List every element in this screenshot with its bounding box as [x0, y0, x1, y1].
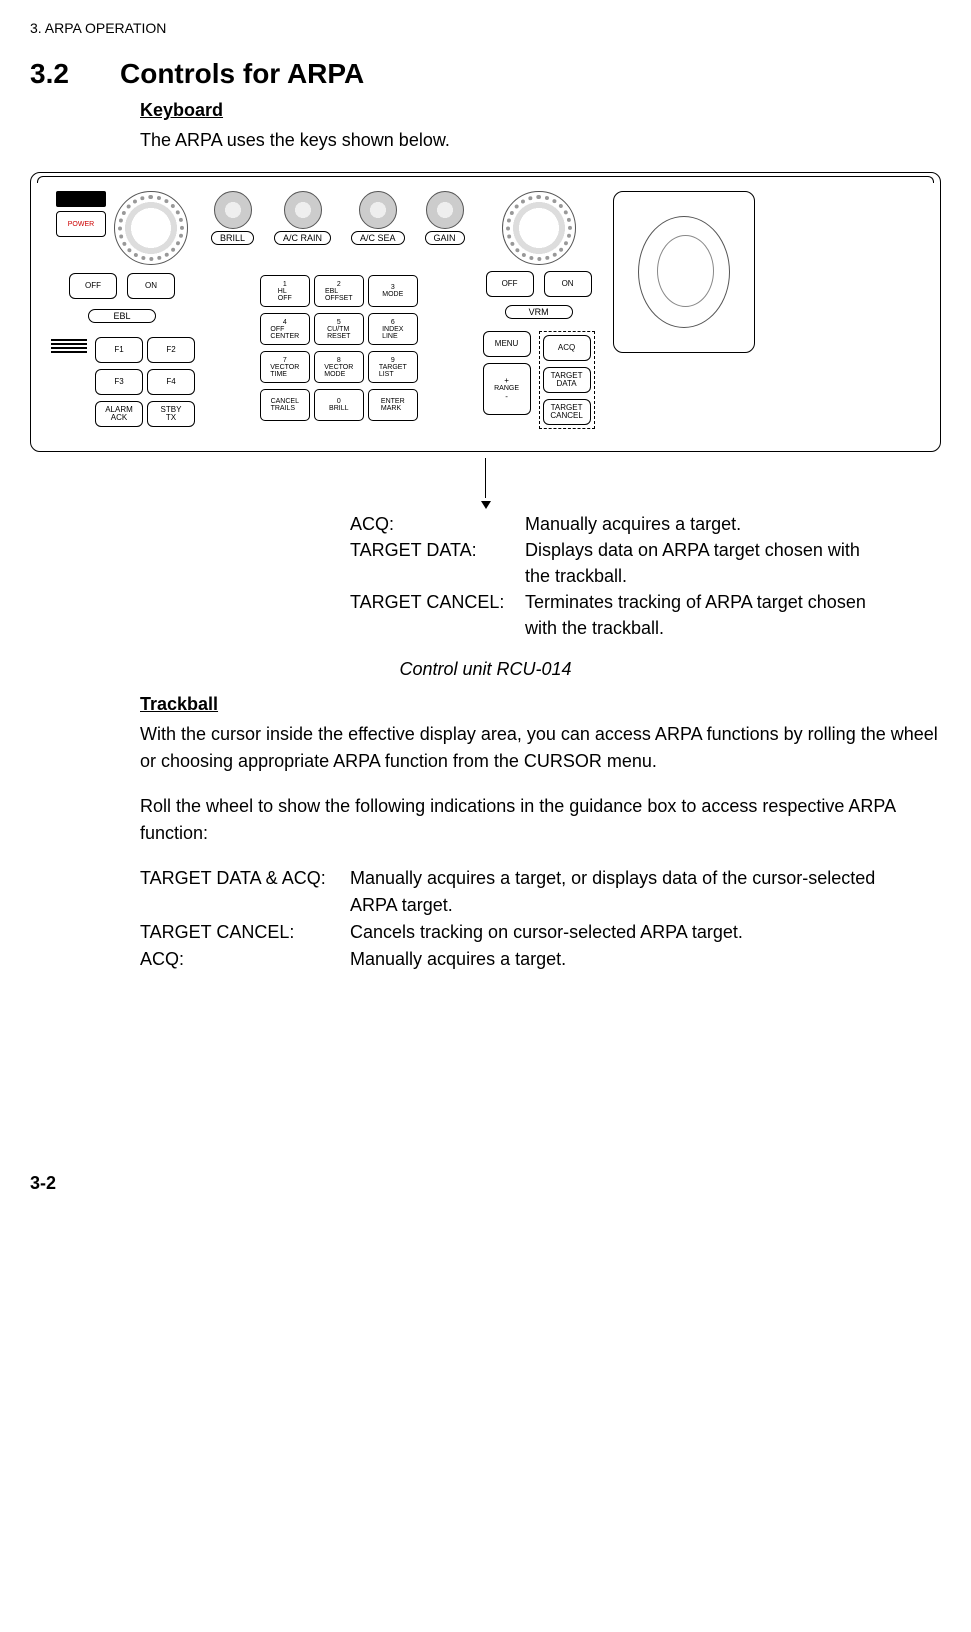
- callout-tc-val: Terminates tracking of ARPA target chose…: [525, 589, 875, 641]
- def-acq-key: ACQ:: [140, 946, 350, 973]
- menu-button[interactable]: MENU: [483, 331, 531, 357]
- trackball-area: [613, 191, 755, 353]
- f4-button[interactable]: F4: [147, 369, 195, 395]
- def-tda-key: TARGET DATA & ACQ:: [140, 865, 350, 892]
- definitions-block: TARGET DATA & ACQ:Manually acquires a ta…: [140, 865, 941, 973]
- page-number: 3-2: [30, 1173, 941, 1194]
- section-title: 3.2Controls for ARPA: [30, 58, 941, 90]
- ac-rain-knob[interactable]: [284, 191, 322, 229]
- def-tc-key: TARGET CANCEL:: [140, 919, 350, 946]
- ebl-on-button[interactable]: ON: [127, 273, 175, 299]
- vent-lines: [51, 337, 87, 427]
- ac-sea-label: A/C SEA: [351, 231, 405, 245]
- vrm-off-button[interactable]: OFF: [486, 271, 534, 297]
- range-minus: -: [505, 393, 508, 401]
- key-6[interactable]: 6INDEX LINE: [368, 313, 418, 345]
- alarm-ack-button[interactable]: ALARM ACK: [95, 401, 143, 427]
- key-9[interactable]: 9TARGET LIST: [368, 351, 418, 383]
- callout-leader: [30, 458, 941, 509]
- brill-knob[interactable]: [214, 191, 252, 229]
- f1-button[interactable]: F1: [95, 337, 143, 363]
- f3-button[interactable]: F3: [95, 369, 143, 395]
- key-4[interactable]: 4OFF CENTER: [260, 313, 310, 345]
- key-7[interactable]: 7VECTOR TIME: [260, 351, 310, 383]
- page-header: 3. ARPA OPERATION: [30, 20, 941, 36]
- key-enter-mark[interactable]: ENTER MARK: [368, 389, 418, 421]
- def-tc-val: Cancels tracking on cursor-selected ARPA…: [350, 919, 910, 946]
- range-button[interactable]: + RANGE -: [483, 363, 531, 415]
- f2-button[interactable]: F2: [147, 337, 195, 363]
- keyboard-heading: Keyboard: [140, 100, 941, 121]
- gain-knob[interactable]: [426, 191, 464, 229]
- key-0[interactable]: 0BRILL: [314, 389, 364, 421]
- keyboard-intro: The ARPA uses the keys shown below.: [140, 127, 941, 154]
- brill-label: BRILL: [211, 231, 254, 245]
- key-cancel-trails[interactable]: CANCEL TRAILS: [260, 389, 310, 421]
- ebl-off-button[interactable]: OFF: [69, 273, 117, 299]
- trackball-icon[interactable]: [638, 216, 730, 328]
- callout-acq-val: Manually acquires a target.: [525, 511, 875, 537]
- key-3[interactable]: 3MODE: [368, 275, 418, 307]
- def-acq-val: Manually acquires a target.: [350, 946, 910, 973]
- power-slot: [56, 191, 106, 207]
- callout-acq-key: ACQ:: [350, 511, 525, 537]
- key-1[interactable]: 1HL OFF: [260, 275, 310, 307]
- arpa-button-group: ACQ TARGET DATA TARGET CANCEL: [539, 331, 595, 429]
- stby-tx-button[interactable]: STBY TX: [147, 401, 195, 427]
- section-heading: Controls for ARPA: [120, 58, 364, 89]
- callout-tc-key: TARGET CANCEL:: [350, 589, 525, 615]
- key-8[interactable]: 8VECTOR MODE: [314, 351, 364, 383]
- vrm-knob[interactable]: [502, 191, 576, 265]
- vrm-on-button[interactable]: ON: [544, 271, 592, 297]
- gain-label: GAIN: [425, 231, 465, 245]
- ac-sea-knob[interactable]: [359, 191, 397, 229]
- ebl-label: EBL: [88, 309, 156, 323]
- trackball-para-2: Roll the wheel to show the following ind…: [140, 793, 941, 847]
- callout-td-val: Displays data on ARPA target chosen with…: [525, 537, 875, 589]
- trackball-para-1: With the cursor inside the effective dis…: [140, 721, 941, 775]
- ebl-knob[interactable]: [114, 191, 188, 265]
- power-button[interactable]: POWER: [56, 211, 106, 237]
- def-tda-val: Manually acquires a target, or displays …: [350, 865, 910, 919]
- trackball-heading: Trackball: [140, 694, 941, 715]
- callout-td-key: TARGET DATA:: [350, 537, 525, 563]
- acq-button[interactable]: ACQ: [543, 335, 591, 361]
- ac-rain-label: A/C RAIN: [274, 231, 331, 245]
- control-panel-diagram: POWER OFF ON EBL F1 F2 F3 F4 ALARM ACK S…: [30, 172, 941, 452]
- range-plus: +: [504, 377, 509, 385]
- target-data-button[interactable]: TARGET DATA: [543, 367, 591, 393]
- section-number: 3.2: [30, 58, 120, 90]
- vrm-label: VRM: [505, 305, 573, 319]
- callout-text: ACQ:Manually acquires a target. TARGET D…: [350, 511, 941, 641]
- target-cancel-button[interactable]: TARGET CANCEL: [543, 399, 591, 425]
- key-5[interactable]: 5CU/TM RESET: [314, 313, 364, 345]
- figure-caption: Control unit RCU-014: [30, 659, 941, 680]
- key-2[interactable]: 2EBL OFFSET: [314, 275, 364, 307]
